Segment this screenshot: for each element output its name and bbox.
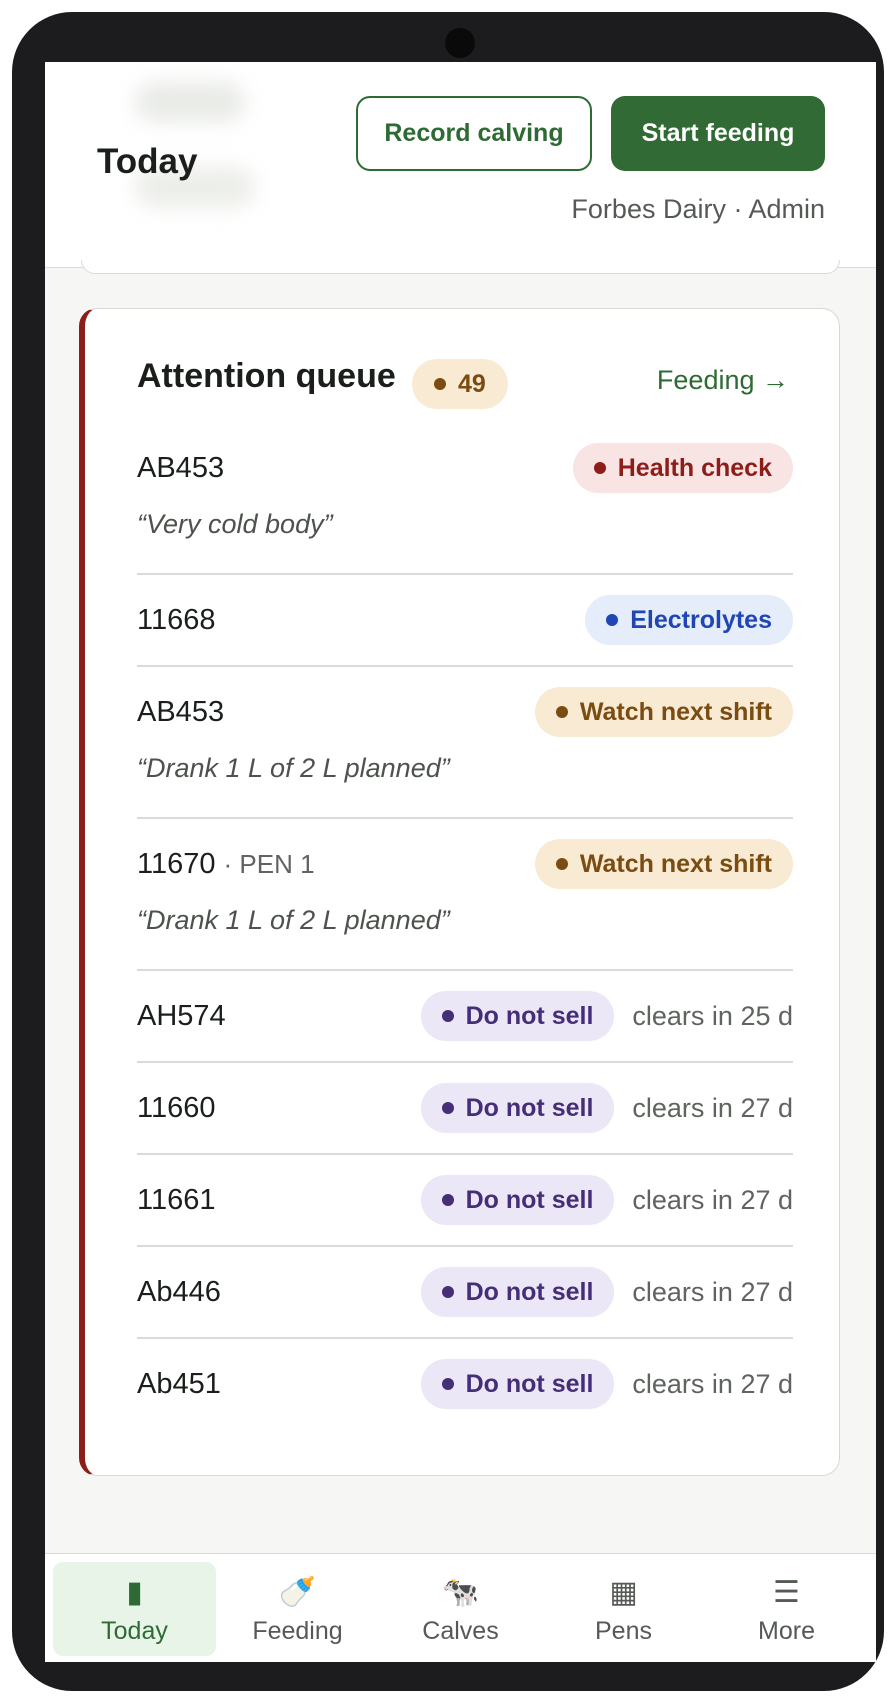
nav-item-today[interactable]: ▮ Today xyxy=(53,1562,216,1656)
baby-bottle-icon: 🍼 xyxy=(278,1575,317,1609)
dot-icon xyxy=(434,378,446,390)
list-item[interactable]: AB453 Watch next shift “Drank 1 L of 2 L… xyxy=(137,667,793,819)
note-text: “Drank 1 L of 2 L planned” xyxy=(137,753,450,783)
cow-icon: 🐄 xyxy=(441,1575,480,1609)
nav-item-feeding[interactable]: 🍼 Feeding xyxy=(216,1562,379,1656)
attention-list: AB453 Health check “Very cold body” 1166… xyxy=(137,423,793,1429)
list-item[interactable]: 11661 Do not sell clears in 27 d xyxy=(137,1155,793,1247)
status-badge: Do not sell xyxy=(420,1267,615,1317)
calf-id: AH574 xyxy=(137,999,226,1032)
status-label: Do not sell xyxy=(465,1093,594,1122)
today-icon: ▮ xyxy=(126,1575,143,1609)
feeding-link[interactable]: Feeding → xyxy=(657,365,789,396)
camera-cutout xyxy=(445,28,475,58)
status-badge: Do not sell xyxy=(420,1083,615,1133)
status-badge: Do not sell xyxy=(420,1175,615,1225)
note-text: “Very cold body” xyxy=(137,509,333,539)
menu-icon: ☰ xyxy=(773,1575,800,1609)
nav-item-calves[interactable]: 🐄 Calves xyxy=(379,1562,542,1656)
start-feeding-button[interactable]: Start feeding xyxy=(611,96,825,171)
clears-text: clears in 27 d xyxy=(632,1276,793,1307)
status-badge: Electrolytes xyxy=(585,595,793,645)
pen-label: · PEN 1 xyxy=(223,848,315,879)
status-label: Do not sell xyxy=(465,1001,594,1030)
dot-icon xyxy=(441,1378,454,1390)
attention-queue-card: Attention queue 49 Feeding → AB453 Healt… xyxy=(79,308,840,1476)
calf-id: 11670 xyxy=(137,847,216,880)
collapsed-card-edge xyxy=(81,260,840,274)
status-label: Do not sell xyxy=(465,1369,594,1398)
dot-icon xyxy=(441,1102,454,1114)
grid-icon: ▦ xyxy=(609,1575,638,1609)
nav-label: Feeding xyxy=(252,1616,343,1645)
page-title: Today xyxy=(97,142,198,181)
list-item[interactable]: Ab451 Do not sell clears in 27 d xyxy=(137,1339,793,1429)
list-item[interactable]: Ab446 Do not sell clears in 27 d xyxy=(137,1247,793,1339)
status-label: Watch next shift xyxy=(579,849,772,878)
calf-id: Ab446 xyxy=(137,1275,221,1308)
nav-label: Pens xyxy=(595,1616,652,1645)
blurred-content xyxy=(135,82,245,122)
dot-icon xyxy=(441,1010,454,1022)
status-label: Do not sell xyxy=(465,1277,594,1306)
list-item[interactable]: AB453 Health check “Very cold body” xyxy=(137,423,793,575)
org-role-label: Forbes Dairy · Admin xyxy=(571,194,825,224)
status-badge: Health check xyxy=(572,443,793,493)
status-label: Health check xyxy=(617,453,772,482)
status-badge: Watch next shift xyxy=(534,687,793,737)
dot-icon xyxy=(441,1286,454,1298)
count-badge: 49 xyxy=(412,359,508,409)
clears-text: clears in 27 d xyxy=(632,1092,793,1123)
dot-icon xyxy=(593,462,606,474)
list-item[interactable]: 11660 Do not sell clears in 27 d xyxy=(137,1063,793,1155)
calf-id: Ab451 xyxy=(137,1367,221,1400)
note-text: “Drank 1 L of 2 L planned” xyxy=(137,905,450,935)
status-label: Electrolytes xyxy=(630,605,772,634)
status-label: Watch next shift xyxy=(579,697,772,726)
calf-id: AB453 xyxy=(137,451,225,484)
clears-text: clears in 27 d xyxy=(632,1184,793,1215)
nav-label: Today xyxy=(101,1616,168,1645)
dot-icon xyxy=(555,706,568,718)
nav-item-more[interactable]: ☰ More xyxy=(705,1562,868,1656)
status-label: Do not sell xyxy=(465,1185,594,1214)
calf-id: AB453 xyxy=(137,695,225,728)
dot-icon xyxy=(606,614,619,626)
clears-text: clears in 27 d xyxy=(632,1368,793,1399)
status-badge: Watch next shift xyxy=(534,839,793,889)
app-screen: Today Record calving Start feeding Forbe… xyxy=(45,62,876,1662)
list-item[interactable]: 11670 · PEN 1 Watch next shift “Drank 1 … xyxy=(137,819,793,971)
card-title: Attention queue xyxy=(137,357,396,395)
count-value: 49 xyxy=(458,369,486,398)
record-calving-button[interactable]: Record calving xyxy=(356,96,592,171)
calf-id: 11668 xyxy=(137,603,216,636)
list-item[interactable]: AH574 Do not sell clears in 25 d xyxy=(137,971,793,1063)
dot-icon xyxy=(441,1194,454,1206)
app-header: Today Record calving Start feeding Forbe… xyxy=(45,62,876,268)
phone-frame: Today Record calving Start feeding Forbe… xyxy=(12,12,884,1691)
clears-text: clears in 25 d xyxy=(632,1000,793,1031)
status-badge: Do not sell xyxy=(420,991,615,1041)
bottom-nav: ▮ Today 🍼 Feeding 🐄 Calves ▦ Pens ☰ More xyxy=(45,1553,876,1662)
nav-label: Calves xyxy=(422,1616,499,1645)
calf-id: 11661 xyxy=(137,1183,216,1216)
nav-item-pens[interactable]: ▦ Pens xyxy=(542,1562,705,1656)
calf-id: 11660 xyxy=(137,1091,216,1124)
status-badge: Do not sell xyxy=(420,1359,615,1409)
dot-icon xyxy=(555,858,568,870)
list-item[interactable]: 11668 Electrolytes xyxy=(137,575,793,667)
nav-label: More xyxy=(758,1616,815,1645)
